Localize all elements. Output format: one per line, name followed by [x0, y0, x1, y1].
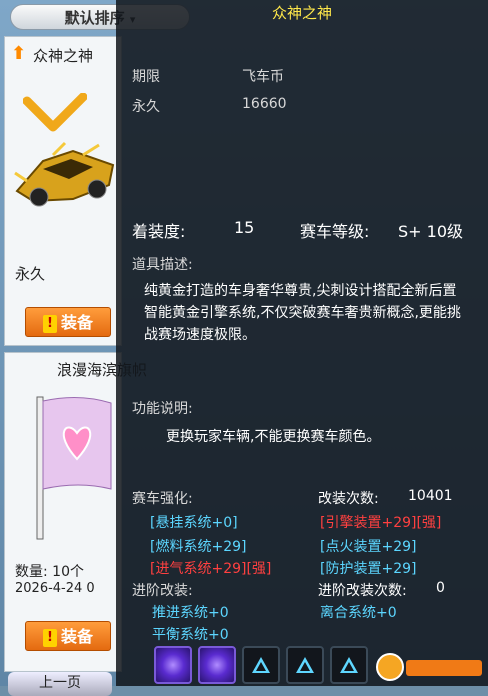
desc-text: 纯黄金打造的车身奢华尊贵,尖刺设计搭配全新后置智能黄金引擎系统,不仅突破赛车奢贵…	[144, 283, 461, 343]
empty-slot-triangle-icon[interactable]	[242, 646, 280, 684]
enhance-item: [悬挂系统+0]	[150, 515, 238, 531]
purple-gem-icon[interactable]	[198, 646, 236, 684]
exclamation-icon: !	[42, 315, 57, 333]
enhance-label: 赛车强化:	[132, 491, 193, 507]
grade-value: S+ 10级	[398, 222, 464, 241]
wear-value: 15	[234, 218, 255, 237]
price-header: 飞车币	[242, 69, 284, 85]
checkmark-icon	[23, 93, 87, 132]
wear-label: 着装度:	[132, 222, 186, 241]
advance-label: 进阶改装:	[132, 583, 193, 599]
price-value: 16660	[242, 96, 287, 112]
enhance-item: [点火装置+29]	[320, 539, 417, 555]
item-tooltip: 众神之神 期限 飞车币 永久 16660 着装度: 15 赛车等级: S+ 10…	[116, 0, 488, 686]
desc-label: 道具描述:	[132, 257, 193, 273]
tooltip-title: 众神之神	[271, 4, 332, 22]
enhance-item: [进气系统+29][强]	[150, 561, 272, 577]
advance-item: 推进系统+0	[152, 605, 229, 621]
period-header: 期限	[132, 69, 160, 85]
exclamation-icon: !	[42, 629, 57, 647]
advance-item: 离合系统+0	[320, 605, 397, 621]
equip-button[interactable]: ! 装备	[25, 307, 111, 337]
inventory-card-car[interactable]: ⬆ 众神之神 永久 ! 装备	[4, 36, 122, 346]
item-name: 众神之神	[33, 47, 94, 65]
mod-count-label: 改装次数:	[318, 491, 379, 507]
enhance-item: [防护装置+29]	[320, 561, 417, 577]
item-quantity: 数量: 10个	[15, 564, 84, 580]
empty-slot-triangle-icon[interactable]	[286, 646, 324, 684]
advance-count-label: 进阶改装次数:	[318, 583, 407, 599]
equip-button[interactable]: ! 装备	[25, 621, 111, 651]
watermark-logo	[376, 653, 482, 681]
item-date: 2026-4-24 0	[15, 581, 95, 596]
grade-label: 赛车等级:	[300, 222, 370, 241]
inventory-card-flag[interactable]: 浪漫海滨旗帜 数量: 10个 2026-4-24 0 ! 装备	[4, 352, 147, 672]
func-label: 功能说明:	[132, 401, 193, 417]
empty-slot-triangle-icon[interactable]	[330, 646, 368, 684]
flag-image	[36, 396, 112, 540]
period-value: 永久	[132, 99, 160, 115]
enhance-item: [燃料系统+29]	[150, 539, 247, 555]
arrow-up-icon: ⬆	[11, 43, 27, 64]
golden-car-image	[14, 141, 115, 207]
enhance-item: [引擎装置+29][强]	[320, 515, 442, 531]
prev-page-button[interactable]: 上一页	[8, 672, 112, 696]
mod-count-value: 10401	[408, 488, 453, 504]
advance-count-value: 0	[436, 580, 445, 596]
purple-gem-icon[interactable]	[154, 646, 192, 684]
func-text: 更换玩家车辆,不能更换赛车颜色。	[166, 429, 381, 445]
item-duration: 永久	[15, 265, 46, 283]
advance-item: 平衡系统+0	[152, 627, 229, 643]
